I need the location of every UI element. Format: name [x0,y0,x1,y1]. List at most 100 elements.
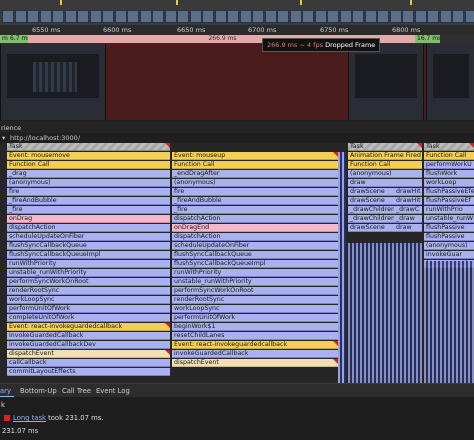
frame-thumbnail[interactable] [102,10,114,23]
flame-entry[interactable]: onDrag [7,215,170,223]
flame-entry[interactable]: completeUnitOfWork [7,314,170,322]
flame-entry[interactable]: (anonymous) [348,170,422,178]
flame-entry[interactable]: dispatchEvent [172,359,338,367]
flame-entry[interactable]: flushPassiveEfe [424,188,474,196]
flame-entry[interactable]: flushPassiveEf [424,197,474,205]
flame-entry[interactable]: beginWork$1 [172,323,338,331]
flame-entry[interactable]: draw [348,179,422,187]
frame-thumbnail[interactable] [227,10,239,23]
flame-entry[interactable]: Event: react-invokeguardedcallback [172,341,338,349]
flame-column-mouseup[interactable]: Event: mouseup Function Call _endDragAfter… [172,152,338,383]
flame-entry[interactable]: _fireAndBubble [7,197,170,205]
frame-thumbnail[interactable] [439,10,452,23]
flame-chart[interactable]: Task Event: mousemove Function Call _drag (a… [0,143,474,383]
flame-dense-calls[interactable] [338,152,346,383]
frame-thumbnail[interactable] [414,10,427,23]
flame-entry[interactable]: Task [424,143,474,151]
flame-entry[interactable]: (anonymous) [7,179,170,187]
flame-entry[interactable]: performSyncWorkOnRoot [172,287,338,295]
flame-entry[interactable]: renderRootSync [172,296,338,304]
screenshot-thumbnail[interactable] [348,44,424,120]
flame-entry[interactable]: onDragEnd [172,224,338,232]
frame-thumbnail[interactable] [139,10,152,23]
frame-thumbnail[interactable] [402,10,414,23]
frame-thumbnail[interactable] [14,10,27,23]
flame-entry[interactable]: performSyncWorkOnRoot [7,278,170,286]
flame-entry[interactable]: workLoopSync [172,305,338,313]
flame-entry[interactable]: flushSyncCallbackQueueImpl [7,251,170,259]
flame-entry[interactable]: performUnitOfWork [7,305,170,313]
flame-entry[interactable]: drawHit [394,197,422,205]
flame-entry[interactable]: Function Call [172,161,338,169]
flame-entry[interactable]: Animation Frame Fired [348,152,422,160]
frame-thumbnail[interactable] [89,10,102,23]
flame-entry[interactable]: fire [7,188,170,196]
flame-entry[interactable]: workLoop [424,179,474,187]
flame-entry[interactable]: dispatchEvent [7,350,170,358]
flame-entry[interactable]: Function Call [424,152,474,160]
flame-entry[interactable]: flushSyncCallbackQueue [7,242,170,250]
frame-thumbnail[interactable] [264,10,277,23]
flame-entry[interactable]: flushSyncCallbackQueueImpl [172,260,338,268]
flame-entry[interactable]: Task [348,143,422,151]
flame-entry[interactable]: unstable_runW [424,215,474,223]
frame-thumbnail[interactable] [339,10,352,23]
frame-thumbnail[interactable] [277,10,289,23]
flame-entry[interactable]: Function Call [7,161,170,169]
frame-thumbnail[interactable] [202,10,214,23]
frame-thumbnail[interactable] [452,10,464,23]
flame-entry[interactable]: scheduleUpdateOnFiber [7,233,170,241]
flame-entry[interactable]: _draw [394,215,422,223]
flame-entry[interactable]: Function Call [348,161,422,169]
frame-thumbnail[interactable] [164,10,177,23]
frame-thumbnail[interactable] [239,10,252,23]
flame-entry[interactable]: performUnitOfWork [172,314,338,322]
flame-entry[interactable]: flushPassive [424,233,474,241]
flame-entry[interactable]: dispatchAction [7,224,170,232]
flame-entry[interactable]: drawHit [394,188,422,196]
frame-thumbnail[interactable] [327,10,339,23]
frame-thumbnail[interactable] [464,10,474,23]
flame-entry[interactable]: dispatchAction [172,233,338,241]
flame-entry[interactable]: commitLayoutEffects [7,368,170,376]
flame-entry[interactable]: flushSyncCallbackQueue [172,251,338,259]
flame-entry[interactable]: _endDragAfter [172,170,338,178]
flame-entry[interactable]: invokeGuardedCallback [7,332,170,340]
screenshot-thumbnail[interactable] [0,44,106,120]
frame-thumbnail[interactable] [302,10,314,23]
frame-thumbnail[interactable] [389,10,402,23]
flame-entry[interactable]: unstable_runWithPriority [172,278,338,286]
flame-dense-calls[interactable] [424,261,474,383]
flame-entry[interactable]: resetChildLanes [172,332,338,340]
screenshot-thumbnail[interactable] [426,44,474,120]
frame-thumbnail[interactable] [64,10,77,23]
frame-thumbnail[interactable] [114,10,127,23]
flame-entry[interactable]: Event: mousemove [7,152,170,160]
flame-entry[interactable]: (anonymous) [172,179,338,187]
flame-entry[interactable]: performWorkU [424,161,474,169]
frame-thumbnail[interactable] [364,10,377,23]
flame-entry[interactable]: renderRootSync [7,287,170,295]
flame-entry[interactable]: invokeGuardedCallback [172,350,338,358]
frame-thumbnail[interactable] [252,10,264,23]
frame-thumbnail[interactable] [27,10,39,23]
flame-entry[interactable]: flushWork [424,170,474,178]
long-task-link[interactable]: Long task [13,414,46,422]
frame-thumbnail[interactable] [177,10,189,23]
flame-entry[interactable]: Event: mouseup [172,152,338,160]
flame-entry[interactable]: unstable_runWithPriority [7,269,170,277]
expand-arrow-icon[interactable]: ▾ [2,134,5,142]
flame-column-mousemove[interactable]: Task Event: mousemove Function Call _drag (a… [7,143,170,383]
flame-entry[interactable]: runWithPriority [7,260,170,268]
flame-entry[interactable]: invokeGuardedCallbackDev [7,341,170,349]
flame-entry[interactable]: workLoopSync [7,296,170,304]
flame-entry[interactable]: _drag [7,170,170,178]
flame-entry[interactable]: fire [172,188,338,196]
flame-entry[interactable]: draw [394,224,422,232]
frame-thumbnail[interactable] [427,10,439,23]
flame-entry[interactable]: runWithPriority [172,269,338,277]
frame-thumbnail[interactable] [127,10,139,23]
flame-entry[interactable]: callCallback [7,359,170,367]
flame-entry[interactable]: (anonymous) [424,242,474,250]
frames-track[interactable]: ms 6.7 ms 266.9 ms 16.7 ms [0,35,474,44]
